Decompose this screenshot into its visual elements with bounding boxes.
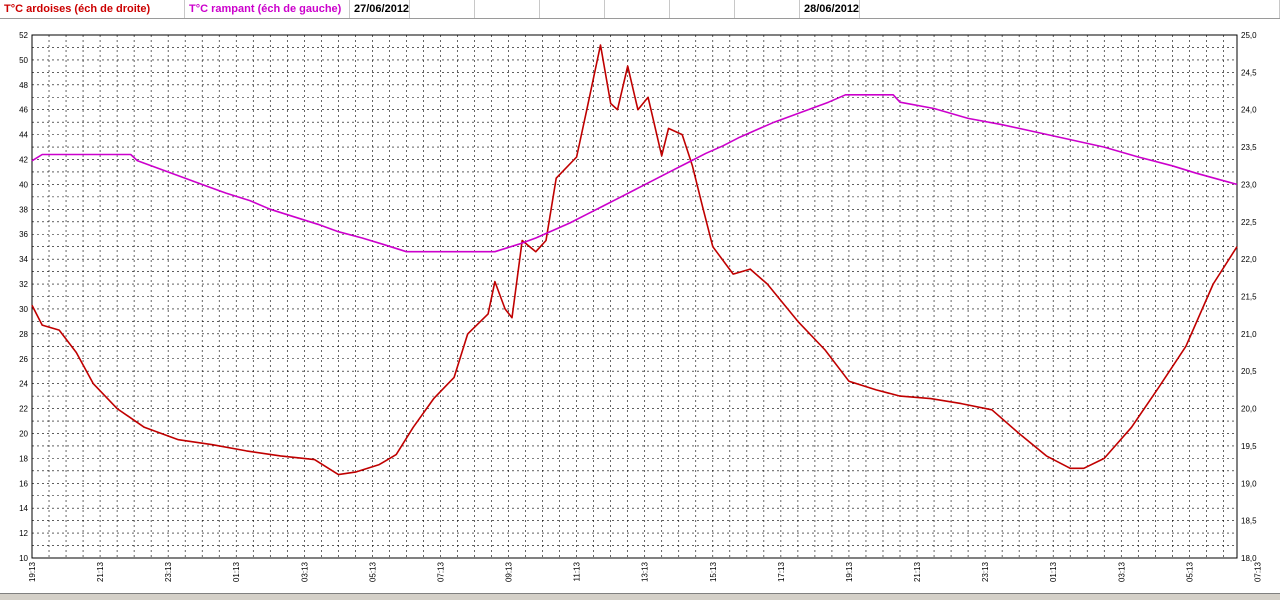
x-tick-label: 01:13	[1049, 561, 1058, 582]
legend-rampant-label: T°C rampant (éch de gauche)	[189, 3, 342, 15]
legend-rampant-cell[interactable]: T°C rampant (éch de gauche)	[185, 0, 350, 18]
x-tick-label: 15:13	[709, 561, 718, 582]
legend-ardoises-cell[interactable]: T°C ardoises (éch de droite)	[0, 0, 185, 18]
spreadsheet-header-row: T°C ardoises (éch de droite) T°C rampant…	[0, 0, 1280, 19]
right-tick-label: 18,5	[1241, 517, 1257, 526]
date-label-2: 28/06/2012	[804, 3, 860, 15]
left-tick-label: 24	[19, 380, 28, 389]
right-tick-label: 21,5	[1241, 293, 1257, 302]
empty-cell-4[interactable]	[605, 0, 670, 18]
left-tick-label: 52	[19, 31, 28, 40]
left-tick-label: 36	[19, 230, 28, 239]
chart-svg: 10 12 14 16 18 20 22 24 26 28 30 32 34 36 38 40 42 44 46 48…	[19, 31, 1262, 582]
left-tick-label: 26	[19, 355, 28, 364]
x-tick-label: 01:13	[232, 561, 241, 582]
right-tick-label: 25,0	[1241, 31, 1257, 40]
left-tick-label: 12	[19, 529, 28, 538]
date-cell-2[interactable]: 28/06/2012	[800, 0, 860, 18]
left-tick-label: 40	[19, 180, 28, 189]
empty-cell-2[interactable]	[475, 0, 540, 18]
date-cell-1[interactable]: 27/06/2012	[350, 0, 410, 18]
left-tick-label: 32	[19, 280, 28, 289]
left-tick-label: 16	[19, 479, 28, 488]
right-tick-label: 22,0	[1241, 255, 1257, 264]
right-tick-label: 19,5	[1241, 442, 1257, 451]
x-tick-label: 21:13	[96, 561, 105, 582]
left-tick-label: 34	[19, 255, 28, 264]
right-tick-label: 18,0	[1241, 554, 1257, 563]
left-tick-label: 14	[19, 504, 28, 513]
left-tick-label: 48	[19, 81, 28, 90]
chart-area[interactable]: 10 12 14 16 18 20 22 24 26 28 30 32 34 36 38 40 42 44 46 48…	[0, 19, 1280, 594]
right-tick-label: 23,0	[1241, 180, 1257, 189]
x-tick-label: 09:13	[505, 561, 514, 582]
right-tick-label: 22,5	[1241, 218, 1257, 227]
x-tick-label: 21:13	[913, 561, 922, 582]
left-tick-label: 44	[19, 131, 28, 140]
legend-ardoises-label: T°C ardoises (éch de droite)	[4, 3, 151, 15]
empty-cell-7[interactable]	[860, 0, 1280, 18]
left-tick-label: 20	[19, 429, 28, 438]
x-tick-label: 05:13	[368, 561, 377, 582]
right-tick-label: 24,5	[1241, 68, 1257, 77]
x-tick-label: 07:13	[1253, 561, 1262, 582]
empty-cell-1[interactable]	[410, 0, 475, 18]
empty-cell-3[interactable]	[540, 0, 605, 18]
x-tick-label: 03:13	[300, 561, 309, 582]
left-tick-label: 18	[19, 454, 28, 463]
empty-cell-5[interactable]	[670, 0, 735, 18]
left-tick-label: 10	[19, 554, 28, 563]
right-tick-label: 20,5	[1241, 367, 1257, 376]
x-tick-label: 13:13	[641, 561, 650, 582]
x-tick-label: 23:13	[981, 561, 990, 582]
left-tick-label: 38	[19, 205, 28, 214]
left-tick-label: 42	[19, 156, 28, 165]
x-tick-label: 11:13	[573, 561, 582, 581]
right-tick-label: 23,5	[1241, 143, 1257, 152]
x-tick-label: 19:13	[28, 561, 37, 582]
right-tick-label: 24,0	[1241, 106, 1257, 115]
x-tick-label: 23:13	[164, 561, 173, 582]
right-tick-label: 20,0	[1241, 405, 1257, 414]
x-tick-label: 07:13	[436, 561, 445, 582]
x-tick-label: 17:13	[777, 561, 786, 582]
empty-cell-6[interactable]	[735, 0, 800, 18]
left-tick-label: 22	[19, 405, 28, 414]
left-tick-label: 30	[19, 305, 28, 314]
x-tick-label: 03:13	[1117, 561, 1126, 582]
right-tick-label: 19,0	[1241, 479, 1257, 488]
left-tick-label: 50	[19, 56, 28, 65]
x-tick-label: 19:13	[845, 561, 854, 582]
date-label-1: 27/06/2012	[354, 3, 410, 15]
left-tick-label: 46	[19, 106, 28, 115]
left-tick-label: 28	[19, 330, 28, 339]
x-tick-label: 05:13	[1185, 561, 1194, 582]
right-tick-label: 21,0	[1241, 330, 1257, 339]
